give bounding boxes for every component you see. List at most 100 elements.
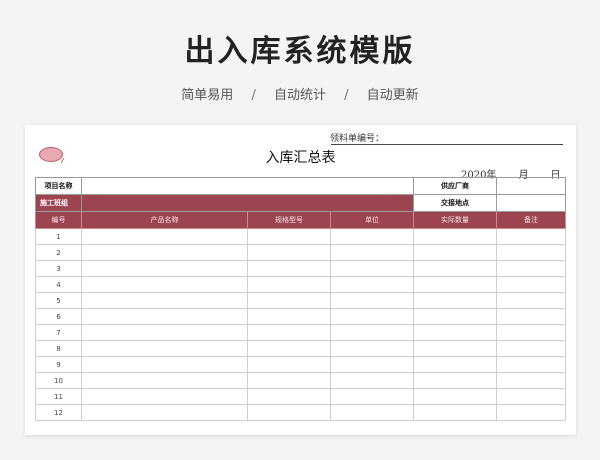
table-cell[interactable] [413,308,498,325]
form-number-underline [331,144,563,145]
table-cell[interactable] [413,356,498,373]
table-cell[interactable] [247,292,331,309]
supplier-label: 供应厂商 [413,177,498,195]
table-cell[interactable] [329,244,415,261]
row-number: 3 [35,260,82,277]
feature-list: 简单易用 / 自动统计 / 自动更新 [0,84,600,103]
table-cell[interactable] [247,276,331,293]
row-number: 12 [35,404,82,421]
table-row: 2 [35,244,567,261]
table-cell[interactable] [81,276,248,293]
table-cell[interactable] [81,228,248,245]
project-label: 项目名称 [35,177,82,195]
table-cell[interactable] [329,404,415,421]
project-value-cell[interactable] [80,177,415,195]
feature-separator: / [344,88,349,103]
inventory-table: 项目名称 供应厂商 施工班组 交接地点 编号 产品名称 规格型号 单位 实际数量… [35,177,567,421]
column-header: 单位 [329,211,415,229]
table-cell[interactable] [329,228,415,245]
column-header: 产品名称 [81,211,248,229]
table-cell[interactable] [81,404,248,421]
table-cell[interactable] [413,340,498,357]
table-cell[interactable] [81,244,248,261]
sheet-title: 入库汇总表 [265,150,336,166]
table-row: 5 [35,292,567,309]
table-cell[interactable] [496,292,567,309]
table-cell[interactable] [496,308,567,325]
table-cell[interactable] [496,260,567,277]
table-header-row: 编号 产品名称 规格型号 单位 实际数量 备注 [35,211,567,229]
supplier-value-cell[interactable] [496,177,567,195]
table-cell[interactable] [81,356,248,373]
table-cell[interactable] [329,340,415,357]
column-header: 实际数量 [413,211,498,229]
row-number: 11 [35,388,82,405]
table-cell[interactable] [496,324,567,341]
delivery-value-cell[interactable] [496,194,567,212]
table-row: 9 [35,356,567,373]
table-cell[interactable] [81,372,248,389]
table-cell[interactable] [496,340,567,357]
table-cell[interactable] [413,388,498,405]
row-number: 6 [35,308,82,325]
row-number: 8 [35,340,82,357]
table-cell[interactable] [413,324,498,341]
feature-item: 自动统计 [273,88,326,103]
form-number-label: 领料单编号： [330,134,385,144]
table-cell[interactable] [496,228,567,245]
table-cell[interactable] [247,404,331,421]
table-cell[interactable] [81,260,248,277]
table-cell[interactable] [247,308,331,325]
table-cell[interactable] [81,292,248,309]
table-cell[interactable] [413,244,498,261]
table-cell[interactable] [329,324,415,341]
table-cell[interactable] [247,356,331,373]
row-number: 4 [35,276,82,293]
table-row: 11 [35,388,567,405]
table-cell[interactable] [247,388,331,405]
table-cell[interactable] [81,324,248,341]
table-cell[interactable] [81,308,248,325]
table-cell[interactable] [413,404,498,421]
table-cell[interactable] [329,260,415,277]
table-row: 10 [35,372,567,389]
feature-item: 简单易用 [181,88,234,103]
table-cell[interactable] [81,340,248,357]
table-cell[interactable] [496,244,567,261]
row-number: 9 [35,356,82,373]
table-cell[interactable] [496,404,567,421]
table-cell[interactable] [496,372,567,389]
table-cell[interactable] [247,228,331,245]
table-cell[interactable] [413,228,498,245]
table-cell[interactable] [496,276,567,293]
row-number: 5 [35,292,82,309]
row-number: 1 [35,228,82,245]
row-number: 2 [35,244,82,261]
spreadsheet-preview: 领料单编号： 入库汇总表 2020年月日 项目名称 供应厂商 施工班组 交接地点… [25,125,576,435]
table-cell[interactable] [81,388,248,405]
table-cell[interactable] [413,292,498,309]
team-value-cell[interactable] [80,194,415,212]
table-cell[interactable] [329,372,415,389]
feature-separator: / [251,88,256,103]
delivery-label: 交接地点 [413,194,498,212]
table-row: 7 [35,324,567,341]
info-row-team: 施工班组 交接地点 [35,194,567,212]
table-cell[interactable] [329,276,415,293]
table-cell[interactable] [413,260,498,277]
row-number: 7 [35,324,82,341]
table-cell[interactable] [247,372,331,389]
table-cell[interactable] [247,260,331,277]
table-cell[interactable] [247,340,331,357]
table-cell[interactable] [247,244,331,261]
table-cell[interactable] [413,372,498,389]
team-label: 施工班组 [35,194,82,212]
table-cell[interactable] [413,276,498,293]
table-cell[interactable] [329,292,415,309]
table-cell[interactable] [329,356,415,373]
table-cell[interactable] [496,356,567,373]
table-cell[interactable] [496,388,567,405]
table-cell[interactable] [329,308,415,325]
table-cell[interactable] [247,324,331,341]
table-cell[interactable] [329,388,415,405]
